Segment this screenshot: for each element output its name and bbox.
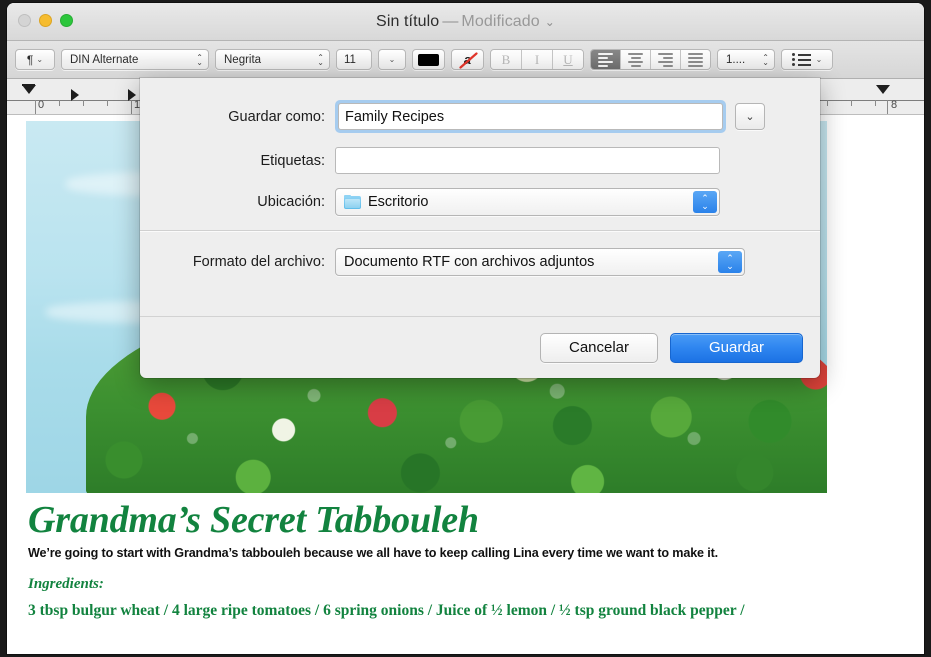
tab-stop-marker[interactable] bbox=[71, 89, 79, 101]
stepper-arrows-icon: ⌃ ⌄ bbox=[693, 191, 717, 213]
align-right-icon bbox=[658, 52, 673, 67]
right-indent-marker[interactable] bbox=[876, 85, 890, 94]
underline-button[interactable]: U bbox=[553, 50, 583, 69]
ruler-label-8: 8 bbox=[891, 99, 898, 111]
save-dialog-body: Guardar como: Family Recipes ⌄ Etiquetas… bbox=[140, 78, 820, 276]
cancel-button[interactable]: Cancelar bbox=[540, 332, 658, 363]
font-style-value: Negrita bbox=[224, 53, 262, 66]
paragraph-style-button[interactable]: ¶ ⌄ bbox=[15, 49, 55, 70]
save-dialog: Guardar como: Family Recipes ⌄ Etiquetas… bbox=[140, 78, 820, 378]
format-toolbar: ¶ ⌄ DIN Alternate ⌃ ⌄ Negrita ⌃ ⌄ 11 ⌄ a… bbox=[7, 41, 924, 79]
chevron-down-icon: ⌄ bbox=[815, 54, 823, 64]
document-modified-status: Modificado bbox=[461, 12, 540, 30]
window-title: Sin título — Modificado ⌄ bbox=[7, 13, 924, 31]
align-justify-button[interactable] bbox=[681, 50, 710, 69]
location-label: Ubicación: bbox=[257, 194, 325, 210]
bold-button[interactable]: B bbox=[491, 50, 522, 69]
font-size-value: 11 bbox=[344, 53, 356, 66]
textedit-window: Sin título — Modificado ⌄ ¶ ⌄ DIN Alternate… bbox=[7, 3, 924, 654]
recipe-intro-paragraph: We’re going to start with Grandma’s tabb… bbox=[28, 545, 718, 560]
stepper-arrows-icon: ⌃ ⌄ bbox=[718, 251, 742, 273]
align-center-icon bbox=[628, 52, 643, 67]
text-color-button[interactable] bbox=[412, 49, 445, 70]
maximize-button[interactable] bbox=[60, 14, 73, 27]
file-format-label: Formato del archivo: bbox=[192, 254, 325, 270]
dialog-footer: Cancelar Guardar bbox=[140, 316, 820, 378]
ruler-label-0: 0 bbox=[38, 99, 45, 111]
screen: Sin título — Modificado ⌄ ¶ ⌄ DIN Alternate… bbox=[0, 0, 931, 657]
close-button[interactable] bbox=[18, 14, 31, 27]
minimize-button[interactable] bbox=[39, 14, 52, 27]
tags-row: Etiquetas: bbox=[140, 147, 820, 174]
save-as-label: Guardar como: bbox=[228, 108, 325, 125]
chevron-down-icon: ⌄ bbox=[36, 54, 44, 64]
align-center-button[interactable] bbox=[621, 50, 651, 69]
file-format-select[interactable]: Documento RTF con archivos adjuntos ⌃ ⌄ bbox=[335, 248, 745, 276]
text-style-segmented-control: B I U bbox=[490, 49, 584, 70]
save-as-row: Guardar como: Family Recipes ⌄ bbox=[140, 100, 820, 133]
save-as-input[interactable]: Family Recipes bbox=[338, 103, 723, 130]
stepper-arrows-icon: ⌃ ⌄ bbox=[317, 52, 324, 67]
chevron-down-icon: ⌄ bbox=[745, 111, 755, 123]
line-spacing-value: 1.... bbox=[726, 53, 746, 66]
align-left-button[interactable] bbox=[591, 50, 621, 69]
line-spacing-select[interactable]: 1.... ⌃ ⌄ bbox=[717, 49, 775, 70]
ingredients-subhead: Ingredients: bbox=[28, 575, 104, 592]
italic-button[interactable]: I bbox=[522, 50, 553, 69]
font-family-select[interactable]: DIN Alternate ⌃ ⌄ bbox=[61, 49, 209, 70]
folder-icon bbox=[344, 195, 361, 209]
font-style-select[interactable]: Negrita ⌃ ⌄ bbox=[215, 49, 330, 70]
location-value: Escritorio bbox=[368, 194, 429, 210]
highlight-color-button[interactable]: a bbox=[451, 49, 484, 70]
chevron-down-icon: ⌄ bbox=[388, 54, 396, 64]
file-format-value: Documento RTF con archivos adjuntos bbox=[344, 254, 595, 270]
stepper-arrows-icon: ⌃ ⌄ bbox=[762, 52, 769, 67]
traffic-light-group bbox=[18, 14, 73, 27]
left-indent-marker[interactable] bbox=[22, 85, 36, 94]
alignment-segmented-control bbox=[590, 49, 711, 70]
document-text[interactable]: Grandma’s Secret Tabbouleh We’re going t… bbox=[28, 499, 904, 620]
document-title: Sin título bbox=[376, 12, 440, 30]
list-style-button[interactable]: ⌄ bbox=[781, 49, 833, 70]
chevron-down-icon[interactable]: ⌄ bbox=[540, 15, 555, 29]
align-right-button[interactable] bbox=[651, 50, 681, 69]
color-swatch-icon bbox=[418, 53, 439, 66]
tags-input[interactable] bbox=[335, 147, 720, 174]
font-family-value: DIN Alternate bbox=[70, 53, 139, 66]
location-select[interactable]: Escritorio ⌃ ⌄ bbox=[335, 188, 720, 216]
pilcrow-icon: ¶ bbox=[26, 52, 34, 67]
ingredients-list: 3 tbsp bulgur wheat / 4 large ripe tomat… bbox=[28, 601, 745, 619]
align-left-icon bbox=[598, 52, 613, 67]
save-button[interactable]: Guardar bbox=[670, 332, 803, 363]
tags-label: Etiquetas: bbox=[260, 152, 326, 169]
font-size-dropdown-button[interactable]: ⌄ bbox=[378, 49, 406, 70]
save-as-focus-ring: Family Recipes bbox=[335, 100, 726, 133]
tab-stop-marker[interactable] bbox=[128, 89, 136, 101]
expand-browser-button[interactable]: ⌄ bbox=[735, 103, 765, 130]
bulleted-list-icon bbox=[791, 53, 811, 66]
no-highlight-slash-icon bbox=[459, 52, 478, 69]
file-format-row: Formato del archivo: Documento RTF con a… bbox=[140, 232, 820, 276]
recipe-headline: Grandma’s Secret Tabbouleh bbox=[28, 499, 479, 541]
stepper-arrows-icon: ⌃ ⌄ bbox=[196, 52, 203, 67]
location-row: Ubicación: Escritorio ⌃ ⌄ bbox=[140, 188, 820, 216]
window-title-bar: Sin título — Modificado ⌄ bbox=[7, 3, 924, 41]
font-size-input[interactable]: 11 bbox=[336, 49, 372, 70]
title-separator: — bbox=[442, 12, 459, 30]
align-justify-icon bbox=[688, 52, 703, 67]
